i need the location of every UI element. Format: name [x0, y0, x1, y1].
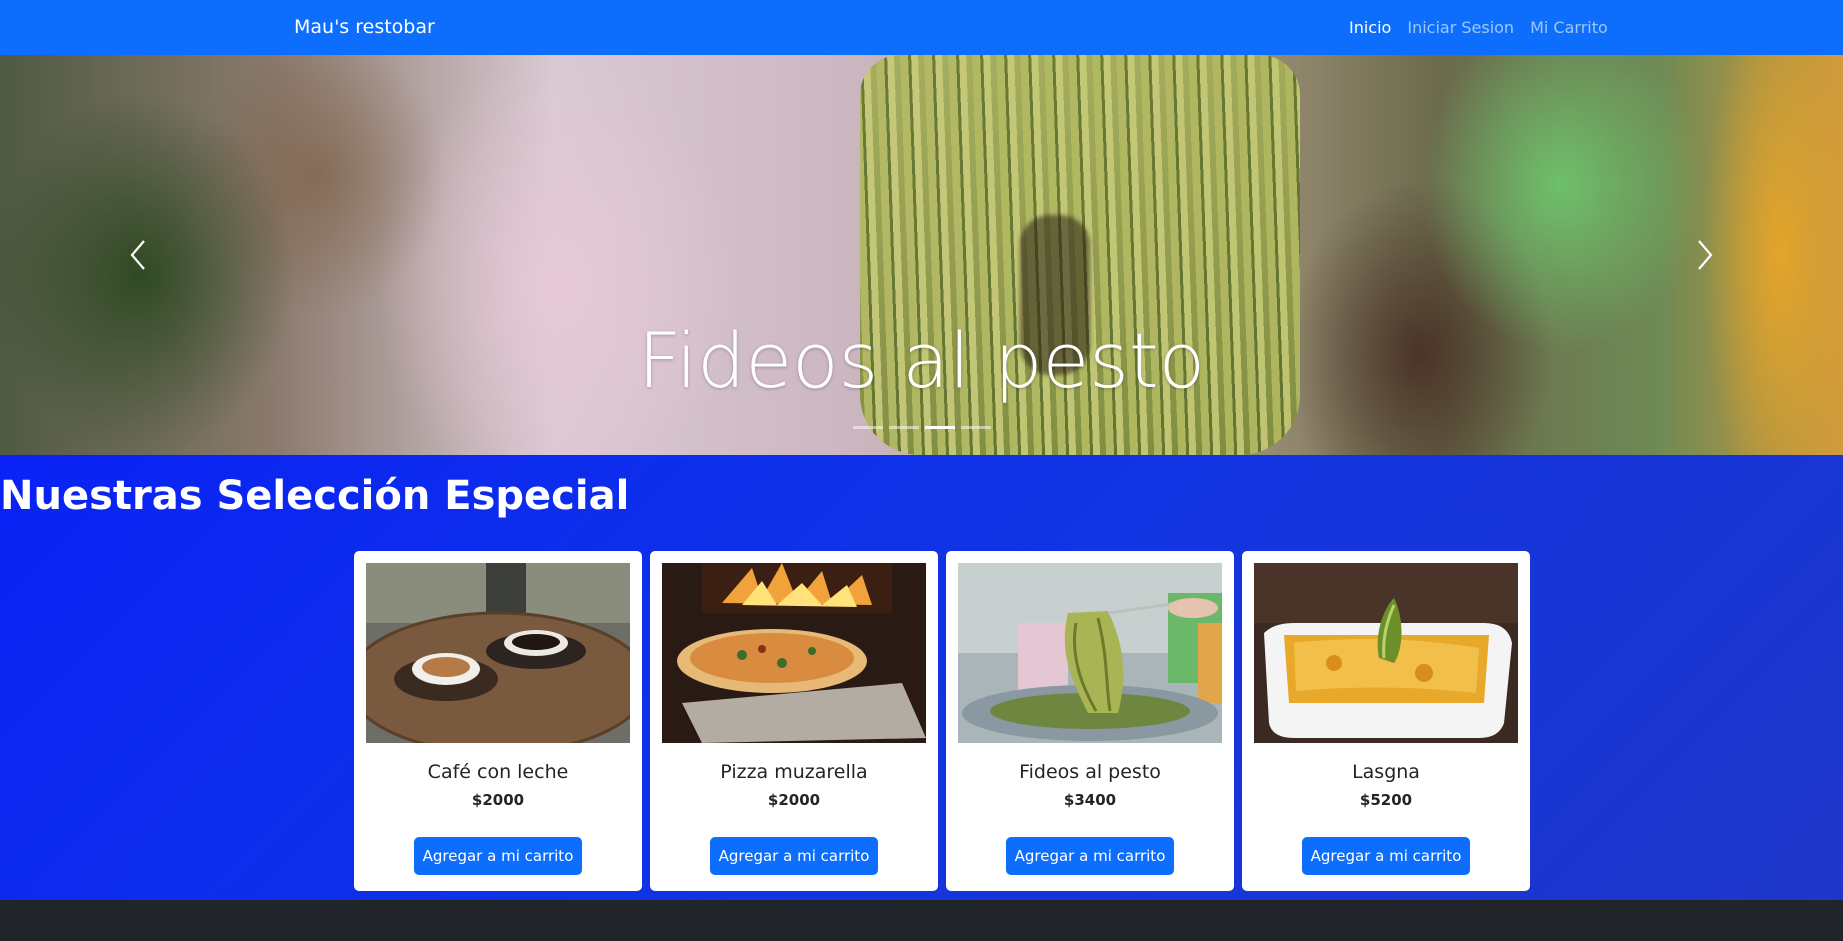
add-to-cart-button[interactable]: Agregar a mi carrito: [710, 837, 878, 875]
product-card: Café con leche $2000 Agregar a mi carrit…: [354, 551, 642, 891]
navbar-brand[interactable]: Mau's restobar: [294, 0, 435, 55]
add-to-cart-button[interactable]: Agregar a mi carrito: [1302, 837, 1470, 875]
pasta-photo: [958, 563, 1222, 743]
footer: [0, 900, 1843, 941]
product-name: Café con leche: [427, 761, 569, 783]
product-price: $5200: [1359, 791, 1413, 809]
special-section: Nuestras Selección Especial Café con lec…: [0, 455, 1843, 900]
add-to-cart-button[interactable]: Agregar a mi carrito: [1006, 837, 1174, 875]
carousel-indicator-4[interactable]: [960, 426, 991, 429]
carousel-indicator-2[interactable]: [888, 426, 919, 429]
nav-link-inicio[interactable]: Inicio: [1349, 18, 1391, 37]
carousel-indicator-1[interactable]: [852, 426, 883, 429]
chevron-right-icon: [1697, 240, 1713, 270]
carousel-indicators: [0, 426, 1843, 429]
product-card: Fideos al pesto $3400 Agregar a mi carri…: [946, 551, 1234, 891]
product-name: Lasgna: [1352, 761, 1420, 783]
carousel-indicator-3[interactable]: [924, 426, 955, 429]
product-card: Lasgna $5200 Agregar a mi carrito: [1242, 551, 1530, 891]
coffee-photo: [366, 563, 630, 743]
section-title: Nuestras Selección Especial: [0, 473, 630, 519]
product-price: $2000: [471, 791, 525, 809]
lasagna-photo: [1254, 563, 1518, 743]
nav-link-mi-carrito[interactable]: Mi Carrito: [1530, 18, 1608, 37]
product-name: Fideos al pesto: [1019, 761, 1161, 783]
product-card: Pizza muzarella $2000 Agregar a mi carri…: [650, 551, 938, 891]
product-price: $3400: [1063, 791, 1117, 809]
carousel-caption: Fideos al pesto: [637, 316, 1206, 405]
product-name: Pizza muzarella: [720, 761, 868, 783]
chevron-left-icon: [130, 240, 146, 270]
pizza-photo: [662, 563, 926, 743]
add-to-cart-button[interactable]: Agregar a mi carrito: [414, 837, 582, 875]
hero-carousel: Fideos al pesto: [0, 55, 1843, 455]
navbar: Mau's restobar Inicio Iniciar Sesion Mi …: [0, 0, 1843, 55]
nav-links: Inicio Iniciar Sesion Mi Carrito: [1349, 0, 1624, 55]
product-list: Café con leche $2000 Agregar a mi carrit…: [354, 551, 1538, 891]
nav-link-iniciar-sesion[interactable]: Iniciar Sesion: [1407, 18, 1514, 37]
product-price: $2000: [767, 791, 821, 809]
